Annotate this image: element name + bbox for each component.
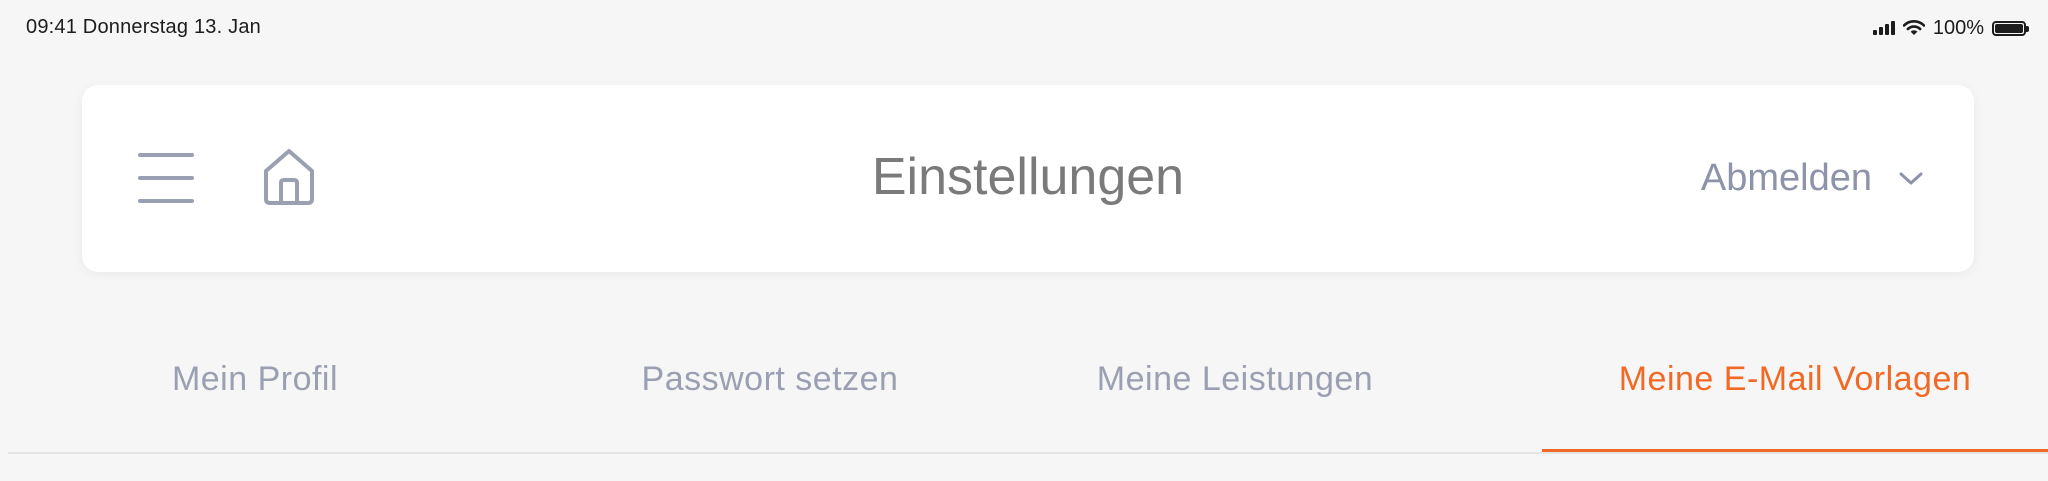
tab-label: Meine Leistungen bbox=[1096, 360, 1374, 398]
tab-label: Meine E-Mail Vorlagen bbox=[1618, 360, 1972, 398]
chevron-down-icon bbox=[1899, 172, 1923, 184]
settings-tabs: Mein Profil Passwort setzen Meine Leistu… bbox=[0, 330, 2048, 454]
page-title: Einstellungen bbox=[871, 148, 1185, 206]
tab-label: Mein Profil bbox=[171, 360, 339, 398]
tab-meine-leistungen[interactable]: Meine Leistungen bbox=[1040, 330, 1430, 454]
hamburger-menu-icon[interactable] bbox=[138, 153, 194, 203]
tab-meine-email-vorlagen[interactable]: Meine E-Mail Vorlagen bbox=[1542, 330, 2048, 454]
battery-percentage: 100% bbox=[1932, 16, 1984, 39]
status-time-date: 09:41 Donnerstag 13. Jan bbox=[26, 16, 261, 38]
signal-icon bbox=[1872, 21, 1895, 35]
tab-passwort-setzen[interactable]: Passwort setzen bbox=[560, 330, 980, 454]
tabs-divider bbox=[8, 452, 2048, 454]
settings-screen: 09:41 Donnerstag 13. Jan 100% Einstellun… bbox=[0, 0, 2048, 481]
status-bar: 09:41 Donnerstag 13. Jan 100% bbox=[0, 0, 2048, 58]
tab-label: Passwort setzen bbox=[641, 360, 899, 398]
logout-label: Abmelden bbox=[1700, 157, 1872, 199]
logout-dropdown-button[interactable]: Abmelden bbox=[1701, 157, 1924, 200]
header-card: Einstellungen Abmelden bbox=[82, 85, 1974, 272]
wifi-icon bbox=[1902, 20, 1925, 35]
tab-mein-profil[interactable]: Mein Profil bbox=[60, 330, 450, 454]
battery-icon bbox=[1992, 20, 2029, 36]
status-indicators: 100% bbox=[1872, 14, 2029, 42]
home-icon[interactable] bbox=[260, 145, 318, 207]
